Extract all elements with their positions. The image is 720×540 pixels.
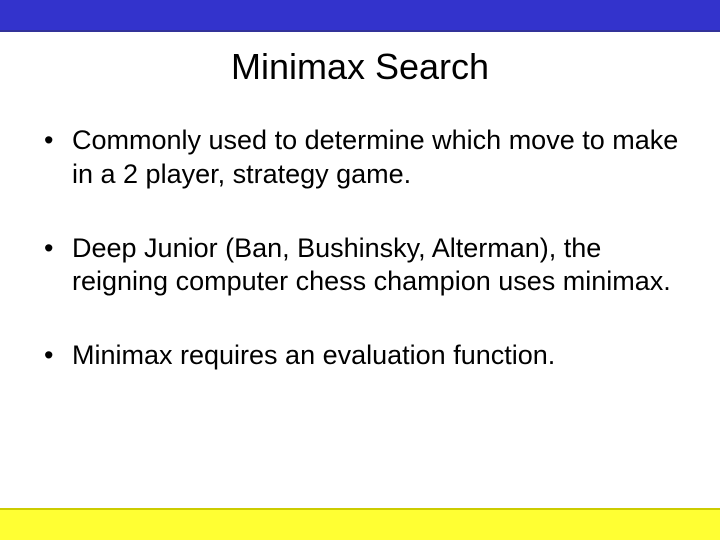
slide-content: Commonly used to determine which move to…: [0, 124, 720, 373]
list-item: Minimax requires an evaluation function.: [44, 339, 684, 373]
bottom-bar: [0, 508, 720, 540]
list-item: Deep Junior (Ban, Bushinsky, Alterman), …: [44, 232, 684, 300]
top-bar: [0, 0, 720, 32]
bullet-list: Commonly used to determine which move to…: [44, 124, 684, 373]
slide-title: Minimax Search: [0, 46, 720, 88]
list-item: Commonly used to determine which move to…: [44, 124, 684, 192]
